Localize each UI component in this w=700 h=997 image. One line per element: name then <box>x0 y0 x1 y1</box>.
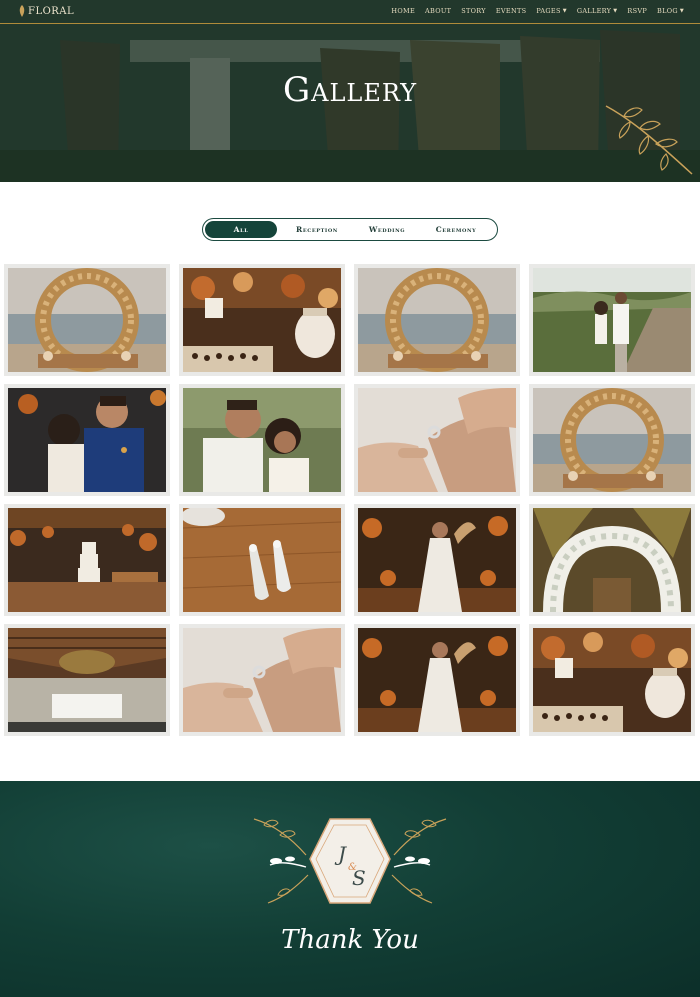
gallery-item[interactable] <box>4 624 170 736</box>
caret-down-icon: ▼ <box>562 8 567 14</box>
nav-home-label: HOME <box>391 7 416 15</box>
gallery-item[interactable] <box>4 264 170 376</box>
monogram-emblem: J & S <box>253 818 447 904</box>
gallery-photo-couple-dancing <box>8 388 166 492</box>
gallery-photo-floral-arch-beach <box>533 388 691 492</box>
gallery-item[interactable] <box>179 264 345 376</box>
gallery-grid <box>4 264 696 736</box>
gallery-photo-earrings-wood <box>183 508 341 612</box>
nav-blog-label: BLOG <box>657 7 678 15</box>
nav-home[interactable]: HOME <box>391 7 415 15</box>
site-logo[interactable]: FLORAL <box>18 5 74 17</box>
gallery-item[interactable] <box>4 504 170 616</box>
gallery-item[interactable] <box>529 504 695 616</box>
filter-wedding-button[interactable]: Wedding <box>357 221 417 238</box>
monogram-right-letter: S <box>352 866 366 890</box>
top-navbar: FLORAL HOME ABOUT STORY EVENTS PAGES ▼ GA… <box>0 0 700 24</box>
logo-text: FLORAL <box>28 5 75 17</box>
nav-pages-label: PAGES <box>536 7 561 15</box>
footer: J & S Thank You <box>0 781 700 997</box>
gallery-filter: All Reception Wedding Ceremony <box>202 218 498 241</box>
gallery-photo-dessert-table <box>183 268 341 372</box>
gallery-photo-couple-boardwalk <box>533 268 691 372</box>
gallery-item[interactable] <box>354 624 520 736</box>
gallery-photo-couple-smiling <box>183 388 341 492</box>
gallery-photo-ring-hands <box>358 388 516 492</box>
gallery-item[interactable] <box>179 384 345 496</box>
gallery-photo-reception-cake <box>8 508 166 612</box>
gallery-item[interactable] <box>4 384 170 496</box>
filter-all-button[interactable]: All <box>205 221 277 238</box>
nav-about[interactable]: ABOUT <box>425 7 451 15</box>
filter-ceremony-button[interactable]: Ceremony <box>417 221 495 238</box>
gallery-item[interactable] <box>354 504 520 616</box>
gallery-item[interactable] <box>179 624 345 736</box>
nav-gallery[interactable]: GALLERY ▼ <box>577 7 618 15</box>
thank-you-text: Thank You <box>281 925 419 955</box>
gold-leaf-branch-icon <box>605 105 693 175</box>
gallery-item[interactable] <box>354 264 520 376</box>
nav-gallery-label: GALLERY <box>576 7 612 15</box>
caret-down-icon: ▼ <box>613 8 618 14</box>
gallery-photo-floral-arch-beach <box>8 268 166 372</box>
nav-events[interactable]: EVENTS <box>496 7 526 15</box>
hero-banner: FLORAL HOME ABOUT STORY EVENTS PAGES ▼ GA… <box>0 0 700 182</box>
gallery-photo-white-floral-arch <box>533 508 691 612</box>
main-menu: HOME ABOUT STORY EVENTS PAGES ▼ GALLERY ▼ … <box>381 7 684 15</box>
logo-leaf-icon <box>19 5 25 17</box>
gallery-photo-dessert-table <box>533 628 691 732</box>
caret-down-icon: ▼ <box>679 8 684 14</box>
gallery-item[interactable] <box>354 384 520 496</box>
gallery-item[interactable] <box>529 264 695 376</box>
nav-rsvp-label: RSVP <box>627 7 648 15</box>
nav-blog[interactable]: BLOG ▼ <box>657 7 684 15</box>
gallery-photo-pavilion-hall <box>8 628 166 732</box>
gallery-photo-ring-hands <box>183 628 341 732</box>
gallery-item[interactable] <box>529 384 695 496</box>
nav-rsvp[interactable]: RSVP <box>627 7 647 15</box>
nav-events-label: EVENTS <box>495 7 527 15</box>
gallery-item[interactable] <box>529 624 695 736</box>
page-title: Gallery <box>282 70 418 110</box>
filter-reception-button[interactable]: Reception <box>277 221 357 238</box>
nav-story-label: STORY <box>461 7 486 15</box>
gallery-item[interactable] <box>179 504 345 616</box>
nav-story[interactable]: STORY <box>461 7 486 15</box>
gallery-photo-floral-arch-beach <box>358 268 516 372</box>
nav-pages[interactable]: PAGES ▼ <box>536 7 567 15</box>
gallery-photo-bride-reception <box>358 628 516 732</box>
nav-about-label: ABOUT <box>425 7 452 15</box>
gallery-photo-bride-reception <box>358 508 516 612</box>
